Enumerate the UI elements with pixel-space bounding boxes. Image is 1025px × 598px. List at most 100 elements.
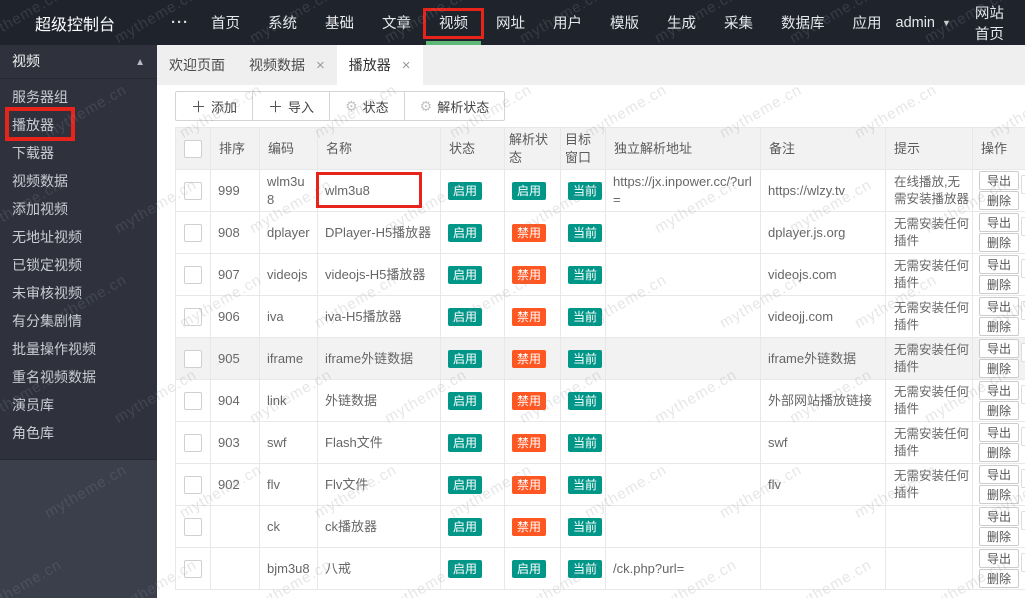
sidebar-item[interactable]: 已锁定视频 — [0, 251, 157, 279]
sidebar-item-label: 服务器组 — [12, 89, 68, 105]
delete-button[interactable]: 删除 — [979, 527, 1019, 547]
export-button[interactable]: 导出 — [979, 507, 1019, 527]
parse-status-cell: 禁用 — [504, 463, 561, 507]
sidebar-item-label: 无地址视频 — [12, 229, 82, 245]
parse-url-cell — [605, 421, 761, 465]
select-all-checkbox[interactable] — [184, 139, 202, 158]
delete-button[interactable]: 删除 — [979, 191, 1019, 211]
actions-cell: 导出 删除 — [972, 211, 1025, 255]
sidebar-item[interactable]: 未审核视频 — [0, 279, 157, 307]
export-button[interactable]: 导出 — [979, 465, 1019, 485]
tip-cell: 无需安装任何插件 — [885, 337, 973, 381]
export-button[interactable]: 导出 — [979, 423, 1019, 443]
clipped-action-button[interactable] — [1021, 385, 1025, 405]
tab[interactable]: 欢迎页面 — [157, 45, 237, 85]
topnav-item[interactable]: 首页 — [197, 0, 254, 45]
topnav-item-label: 系统 — [268, 16, 297, 32]
topnav-item[interactable]: 应用 — [839, 0, 896, 45]
close-icon[interactable]: × — [316, 58, 325, 73]
row-select-cell — [175, 463, 211, 507]
sidebar-item[interactable]: 重名视频数据 — [0, 363, 157, 391]
topnav-item[interactable]: 模版 — [596, 0, 653, 45]
sidebar-item[interactable]: 角色库 — [0, 419, 157, 447]
topnav-item[interactable]: 文章 — [368, 0, 425, 45]
clipped-action-button[interactable] — [1021, 343, 1025, 363]
sidebar-item[interactable]: 演员库 — [0, 391, 157, 419]
topnav-item[interactable]: 网址 — [482, 0, 539, 45]
column-header: 排序 — [210, 127, 260, 171]
delete-button[interactable]: 删除 — [979, 317, 1019, 337]
more-menu-icon[interactable]: ··· — [171, 14, 189, 31]
export-button[interactable]: 导出 — [979, 549, 1019, 569]
tip-cell: 无需安装任何插件 — [885, 379, 973, 423]
collapse-arrow-icon[interactable]: ▲ — [135, 46, 145, 79]
user-name: admin — [895, 14, 936, 31]
clipped-action-button[interactable] — [1021, 301, 1025, 321]
export-button[interactable]: 导出 — [979, 297, 1019, 317]
delete-button[interactable]: 删除 — [979, 443, 1019, 463]
row-checkbox[interactable] — [184, 307, 202, 326]
app-title: 超级控制台 — [35, 16, 116, 34]
tab[interactable]: 视频数据 × — [237, 45, 337, 85]
add-button[interactable]: ＋添加 — [175, 91, 254, 121]
sidebar-item[interactable]: 视频数据 — [0, 167, 157, 195]
column-header-label: 提示 — [894, 140, 921, 156]
clipped-action-button[interactable] — [1021, 553, 1025, 573]
delete-button[interactable]: 删除 — [979, 485, 1019, 505]
row-checkbox[interactable] — [184, 349, 202, 368]
export-button[interactable]: 导出 — [979, 381, 1019, 401]
topnav-item-label: 模版 — [610, 16, 639, 32]
note-cell — [760, 547, 886, 591]
row-checkbox[interactable] — [184, 475, 202, 494]
clipped-action-button[interactable] — [1021, 175, 1025, 195]
row-checkbox[interactable] — [184, 265, 202, 284]
delete-button[interactable]: 删除 — [979, 233, 1019, 253]
topnav-item[interactable]: 系统 — [254, 0, 311, 45]
export-button[interactable]: 导出 — [979, 255, 1019, 275]
delete-button[interactable]: 删除 — [979, 401, 1019, 421]
topnav-item[interactable]: 用户 — [539, 0, 596, 45]
clipped-action-button[interactable] — [1021, 259, 1025, 279]
row-checkbox[interactable] — [184, 517, 202, 536]
sidebar-item[interactable]: 下载器 — [0, 139, 157, 167]
sort-cell: 908 — [210, 211, 260, 255]
sidebar-group-video[interactable]: 视频 ▲ — [0, 45, 157, 79]
export-button[interactable]: 导出 — [979, 213, 1019, 233]
export-button[interactable]: 导出 — [979, 339, 1019, 359]
sidebar-items: 服务器组播放器 下载器 视频数据 添加视频无地址视频已锁定视频 未审核视频 有分集剧情 批量… — [0, 79, 157, 447]
export-button[interactable]: 导出 — [979, 171, 1019, 191]
tip-cell: 在线播放,无需安装播放器 — [885, 169, 973, 213]
delete-button[interactable]: 删除 — [979, 275, 1019, 295]
row-checkbox[interactable] — [184, 559, 202, 578]
clipped-action-button[interactable] — [1021, 427, 1025, 447]
sidebar-item[interactable]: 添加视频 — [0, 195, 157, 223]
row-checkbox[interactable] — [184, 223, 202, 242]
topnav-item-label: 网址 — [496, 16, 525, 32]
topnav-item[interactable]: 基础 — [311, 0, 368, 45]
topnav-item[interactable]: 生成 — [653, 0, 710, 45]
sidebar-item[interactable]: 无地址视频 — [0, 223, 157, 251]
clipped-action-button[interactable] — [1021, 217, 1025, 237]
sidebar-item[interactable]: 批量操作视频 — [0, 335, 157, 363]
tab[interactable]: 播放器 × — [336, 45, 423, 85]
topnav-item[interactable]: 视频 — [423, 0, 484, 45]
row-checkbox[interactable] — [184, 391, 202, 410]
delete-button[interactable]: 删除 — [979, 569, 1019, 589]
topnav-item[interactable]: 数据库 — [767, 0, 839, 45]
sidebar-item[interactable]: 播放器 — [0, 107, 157, 141]
close-icon[interactable]: × — [402, 58, 411, 73]
clipped-action-button[interactable] — [1021, 469, 1025, 489]
user-dropdown[interactable]: admin ▼ — [896, 15, 951, 31]
delete-button[interactable]: 删除 — [979, 359, 1019, 379]
batch-gear-button[interactable]: ⚙ 解析状态 — [403, 91, 506, 121]
site-home-link[interactable]: 网站首页 — [975, 2, 1011, 44]
sidebar-item[interactable]: 有分集剧情 — [0, 307, 157, 335]
topnav-item[interactable]: 采集 — [710, 0, 767, 45]
row-checkbox[interactable] — [184, 433, 202, 452]
import-button[interactable]: ＋导入 — [252, 91, 331, 121]
batch-gear-button[interactable]: ⚙ 状态 — [329, 91, 405, 121]
row-checkbox[interactable] — [184, 181, 202, 200]
status-badge: 启用 — [448, 433, 483, 452]
clipped-action-button[interactable] — [1021, 511, 1025, 531]
column-header: 编码 — [259, 127, 318, 171]
